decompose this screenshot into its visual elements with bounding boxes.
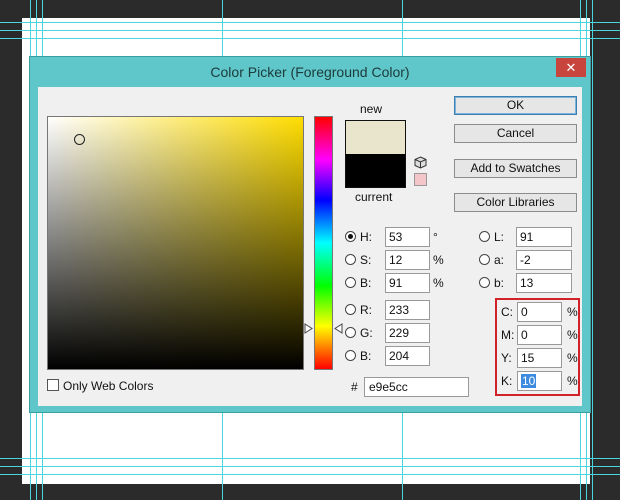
- dialog-title: Color Picker (Foreground Color): [210, 64, 410, 80]
- brightness-input[interactable]: 91: [385, 273, 430, 293]
- hue-label: H:: [360, 230, 372, 244]
- hue-unit: °: [433, 230, 438, 244]
- blue-radio[interactable]: [345, 350, 356, 361]
- a-channel-radio[interactable]: [479, 254, 490, 265]
- color-picker-dialog: Color Picker (Foreground Color) ✕ new cu…: [29, 56, 591, 413]
- brightness-label: B:: [360, 276, 372, 290]
- lightness-label: L:: [494, 230, 505, 244]
- brightness-unit: %: [433, 276, 444, 290]
- guide-line: [0, 22, 620, 23]
- b-channel-label: b:: [494, 276, 505, 290]
- b-channel-input[interactable]: 13: [516, 273, 572, 293]
- current-color-swatch[interactable]: [346, 154, 405, 187]
- red-radio[interactable]: [345, 304, 356, 315]
- saturation-input[interactable]: 12: [385, 250, 430, 270]
- magenta-label: M:: [501, 328, 515, 342]
- red-input[interactable]: 233: [385, 300, 430, 320]
- yellow-input[interactable]: 15: [517, 348, 562, 368]
- guide-line: [592, 0, 593, 500]
- cyan-label: C:: [501, 305, 513, 319]
- cancel-button[interactable]: Cancel: [454, 124, 577, 143]
- add-to-swatches-button[interactable]: Add to Swatches: [454, 159, 577, 178]
- close-button[interactable]: ✕: [556, 58, 586, 77]
- green-radio[interactable]: [345, 327, 356, 338]
- saturation-label: S:: [360, 253, 372, 267]
- ok-button[interactable]: OK: [454, 96, 577, 115]
- blue-input[interactable]: 204: [385, 346, 430, 366]
- guide-line: [0, 458, 620, 459]
- a-channel-input[interactable]: -2: [516, 250, 572, 270]
- green-input[interactable]: 229: [385, 323, 430, 343]
- black-unit: %: [567, 374, 578, 388]
- cube-icon[interactable]: [414, 156, 427, 169]
- a-channel-label: a:: [494, 253, 505, 267]
- black-input-selected-text: 10: [521, 374, 537, 388]
- only-web-colors-label[interactable]: Only Web Colors: [63, 379, 153, 393]
- brightness-radio[interactable]: [345, 277, 356, 288]
- guide-line: [0, 474, 620, 475]
- black-input[interactable]: 10: [517, 371, 562, 391]
- cyan-unit: %: [567, 305, 578, 319]
- hue-slider-left-arrow-icon[interactable]: [304, 323, 313, 334]
- hex-hash-label: #: [351, 380, 358, 394]
- only-web-colors-checkbox[interactable]: [47, 379, 59, 391]
- hue-input[interactable]: 53: [385, 227, 430, 247]
- cyan-input[interactable]: 0: [517, 302, 562, 322]
- hue-radio[interactable]: [345, 231, 356, 242]
- color-picker-ring[interactable]: [74, 134, 85, 145]
- dialog-body: new current OK Cancel Add to Swatches Co…: [38, 87, 582, 406]
- green-label: G:: [360, 326, 373, 340]
- b-channel-radio[interactable]: [479, 277, 490, 288]
- color-libraries-button[interactable]: Color Libraries: [454, 193, 577, 212]
- hex-input[interactable]: e9e5cc: [364, 377, 469, 397]
- hue-slider-right-arrow-icon[interactable]: [334, 323, 343, 334]
- magenta-unit: %: [567, 328, 578, 342]
- color-preview: [345, 120, 406, 188]
- new-color-swatch: [346, 121, 405, 154]
- black-label: K:: [501, 374, 513, 388]
- title-bar[interactable]: Color Picker (Foreground Color) ✕: [30, 57, 590, 85]
- current-color-label: current: [355, 190, 393, 204]
- yellow-unit: %: [567, 351, 578, 365]
- new-color-label: new: [360, 102, 383, 116]
- blue-label: B:: [360, 349, 372, 363]
- yellow-label: Y:: [501, 351, 512, 365]
- magenta-input[interactable]: 0: [517, 325, 562, 345]
- guide-line: [0, 466, 620, 467]
- red-label: R:: [360, 303, 372, 317]
- guide-line: [0, 30, 620, 31]
- web-safe-swatch[interactable]: [414, 173, 427, 186]
- lightness-input[interactable]: 91: [516, 227, 572, 247]
- lightness-radio[interactable]: [479, 231, 490, 242]
- saturation-unit: %: [433, 253, 444, 267]
- hue-slider[interactable]: [314, 116, 333, 370]
- saturation-radio[interactable]: [345, 254, 356, 265]
- guide-line: [0, 38, 620, 39]
- color-field[interactable]: [47, 116, 304, 370]
